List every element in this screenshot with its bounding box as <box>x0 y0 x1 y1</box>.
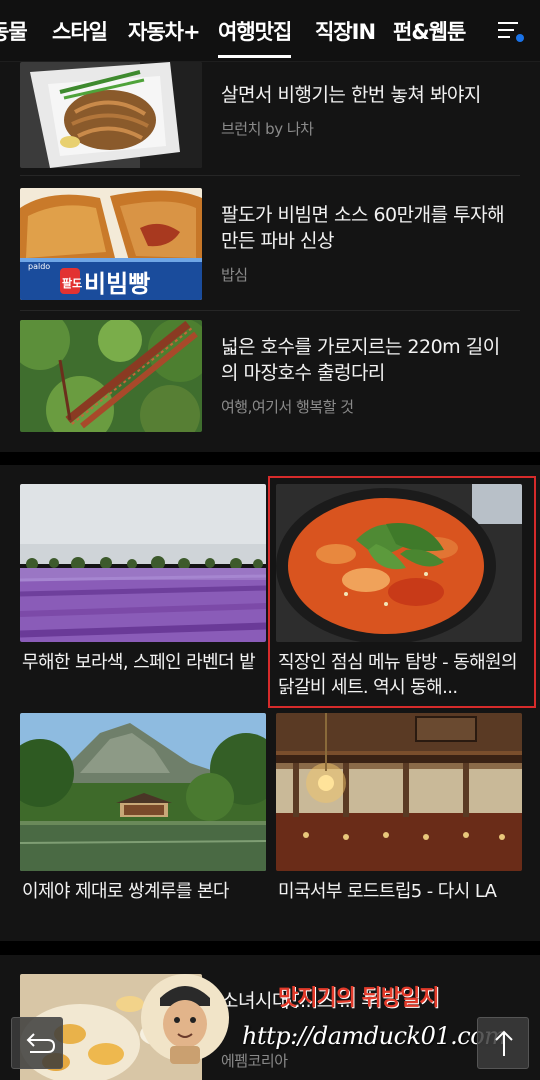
article-title: 팔도가 비빔면 소스 60만개를 투자해 만든 파바 신상 <box>221 204 505 252</box>
watermark-mascot <box>140 968 230 1068</box>
tab-work[interactable]: 직장IN <box>315 16 376 46</box>
article-source: 에펨코리아 <box>221 1052 288 1070</box>
notification-dot <box>516 34 524 42</box>
article-thumbnail <box>20 713 266 871</box>
selected-item-highlight <box>268 476 536 708</box>
article-thumbnail: paldo 팔도 비빔빵 <box>20 188 202 300</box>
list-section: 살면서 비행기는 한번 놓쳐 봐야지 브런치 by 나차 paldo 팔도 비빔… <box>0 62 540 452</box>
menu-button[interactable] <box>496 16 526 46</box>
brand-logo-text: paldo <box>28 262 50 271</box>
grid-card[interactable]: 미국서부 로드트립5 - 다시 LA <box>276 713 522 931</box>
tab-animals[interactable]: 동물 <box>0 16 28 46</box>
article-title: 미국서부 로드트립5 - 다시 LA <box>278 881 497 902</box>
product-badge-text: 팔도 <box>62 276 82 290</box>
article-title: 무해한 보라색, 스페인 라벤더 밭 <box>22 652 256 673</box>
divider <box>20 310 520 311</box>
article-title: 살면서 비행기는 한번 놓쳐 봐야지 <box>221 84 481 106</box>
tab-car[interactable]: 자동차+ <box>128 16 201 46</box>
list-item[interactable]: 살면서 비행기는 한번 놓쳐 봐야지 브런치 by 나차 <box>20 62 520 176</box>
tab-style[interactable]: 스타일 <box>52 16 108 46</box>
watermark-url: http://damduck01.com <box>242 1022 507 1050</box>
article-thumbnail <box>20 484 266 642</box>
tab-travel-food[interactable]: 여행맛집 <box>218 16 292 58</box>
article-feed: 살면서 비행기는 한번 놓쳐 봐야지 브런치 by 나차 paldo 팔도 비빔… <box>0 62 540 1080</box>
back-button[interactable] <box>11 1017 63 1069</box>
tab-fun-webtoon[interactable]: 펀&웹툰 <box>393 16 466 46</box>
menu-icon <box>498 22 524 42</box>
article-thumbnail <box>20 320 202 432</box>
arrow-up-icon <box>495 1030 513 1056</box>
back-arrow-icon <box>26 1033 56 1053</box>
article-source: 여행,여기서 행복할 것 <box>221 398 354 416</box>
watermark-blog-name: 맛지기의 뒤방일지 <box>278 985 440 1011</box>
list-item[interactable]: 넓은 호수를 가로지르는 220m 길이의 마장호수 출렁다리 여행,여기서 행… <box>20 320 520 434</box>
article-thumbnail <box>20 62 202 168</box>
article-source: 브런치 by 나차 <box>221 120 314 138</box>
article-title: 넓은 호수를 가로지르는 220m 길이의 마장호수 출렁다리 <box>221 336 500 384</box>
article-thumbnail <box>276 713 522 871</box>
scroll-top-button[interactable] <box>477 1017 529 1069</box>
category-tab-bar: 동물 스타일 자동차+ 여행맛집 직장IN 펀&웹툰 <box>0 0 540 62</box>
grid-section: 무해한 보라색, 스페인 라벤더 밭 직장인 점심 메뉴 탐방 - 동해원의 닭… <box>0 465 540 941</box>
grid-card[interactable]: 이제야 제대로 쌍계루를 본다 <box>20 713 266 931</box>
product-name-text: 비빔빵 <box>84 270 150 298</box>
article-title: 이제야 제대로 쌍계루를 본다 <box>22 881 229 902</box>
article-source: 밥심 <box>221 266 248 284</box>
list-item[interactable]: paldo 팔도 비빔빵 팔도가 비빔면 소스 60만개를 투자해 만든 파바 … <box>20 188 520 302</box>
grid-card[interactable]: 무해한 보라색, 스페인 라벤더 밭 <box>20 484 266 702</box>
divider <box>20 175 520 176</box>
bottom-section: 소녀시대 ... 스 ... 후 에펨코리아 <box>0 955 540 1080</box>
